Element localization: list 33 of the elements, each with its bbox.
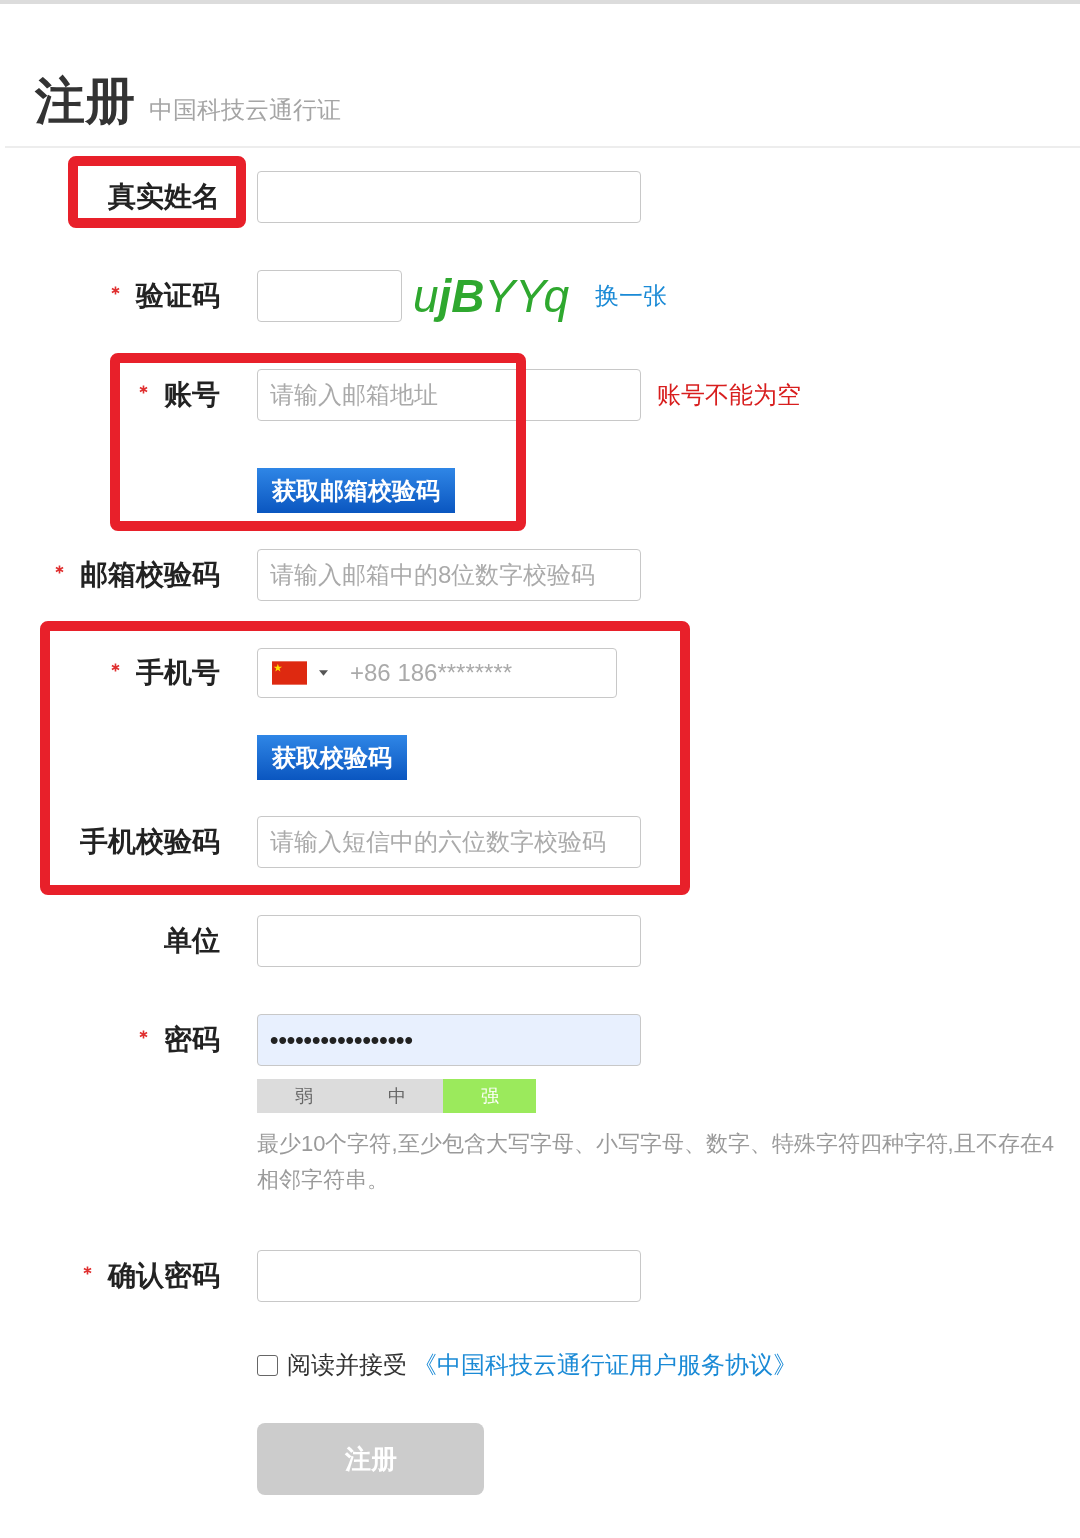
captcha-input[interactable] (257, 270, 402, 322)
page-subtitle: 中国科技云通行证 (149, 95, 341, 125)
refresh-link[interactable]: 换一张 (595, 278, 667, 314)
send-code-button[interactable]: 获取邮箱校验码 (257, 468, 455, 513)
email-input[interactable]: 请输入邮箱地址 (257, 369, 641, 421)
strength-segment: 强 (443, 1079, 536, 1113)
send-code-button[interactable]: 获取校验码 (257, 735, 407, 780)
field-label: 手机号 (136, 659, 220, 687)
text-input[interactable]: 请输入邮箱中的8位数字校验码 (257, 549, 641, 601)
strength-segment: 弱 (257, 1079, 350, 1113)
strength-segment: 中 (350, 1079, 443, 1113)
caret-icon (319, 670, 328, 676)
agreement-text: 阅读并接受 (287, 1350, 407, 1380)
field-label: 账号 (164, 381, 220, 409)
field-label: 真实姓名 (108, 183, 220, 211)
text-input[interactable] (257, 915, 641, 967)
field-label: 密码 (164, 1026, 220, 1054)
flag-icon (272, 661, 307, 685)
agree-checkbox[interactable] (257, 1354, 278, 1376)
password-input[interactable] (257, 1250, 641, 1302)
field-label: 手机校验码 (80, 828, 220, 856)
field-label: 确认密码 (108, 1262, 220, 1290)
error-message: 账号不能为空 (657, 380, 801, 410)
field-label: 单位 (164, 927, 220, 955)
agreement-link[interactable]: 《中国科技云通行证用户服务协议》 (413, 1347, 797, 1383)
phone-input[interactable]: +86 186******** (257, 648, 617, 698)
password-hint: 最少10个字符,至少包含大写字母、小写字母、数字、特殊字符四种字符,且不存在4 相邻字符串。 (257, 1130, 1054, 1194)
text-input[interactable]: 请输入短信中的六位数字校验码 (257, 816, 641, 868)
password-input[interactable]: ••••••••••••••••• (257, 1014, 641, 1066)
field-label: 邮箱校验码 (80, 561, 220, 589)
page-title: 注册 (35, 76, 135, 126)
text-input[interactable] (257, 171, 641, 223)
field-label: 验证码 (136, 282, 220, 310)
